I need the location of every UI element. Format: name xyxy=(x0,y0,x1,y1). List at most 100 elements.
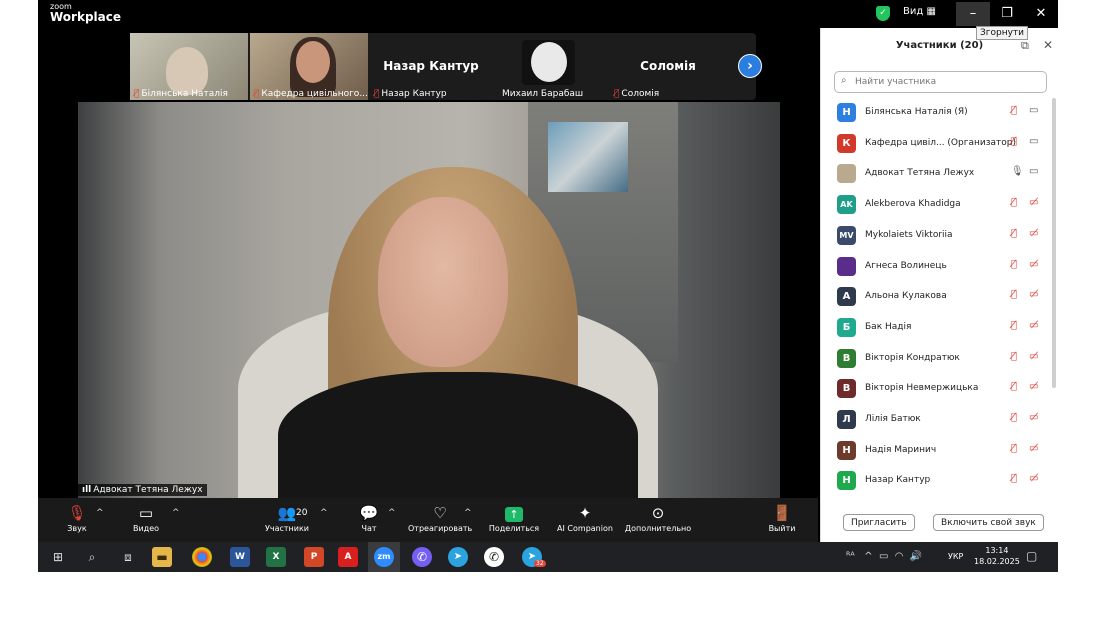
participant-row[interactable]: А Альона Кулакова 🎙̸ ▭̸ xyxy=(821,282,1058,312)
participant-row[interactable]: AK Alekberova Khadidga 🎙̸ ▭̸ xyxy=(821,190,1058,220)
participant-list-scrollbar[interactable] xyxy=(1052,98,1056,388)
thumbnail-name: 🎙̸ Назар Кантур xyxy=(374,89,447,99)
view-button[interactable]: Вид ▦ xyxy=(903,6,936,17)
leave-button[interactable]: 🚪 Выйти xyxy=(764,502,800,533)
react-options-caret-icon[interactable]: ^ xyxy=(464,508,472,518)
thumbnail-video[interactable]: Назар Кантур 🎙̸ Назар Кантур xyxy=(370,33,492,100)
mic-muted-icon[interactable]: 🎙̸ xyxy=(1011,473,1017,484)
camera-icon[interactable]: ▭ xyxy=(1029,166,1038,177)
camera-off-icon[interactable]: ▭̸ xyxy=(1029,259,1038,270)
telegram-icon[interactable]: ➤ xyxy=(448,547,468,567)
avatar: А xyxy=(837,287,856,307)
ai-companion-button[interactable]: ✦ AI Companion xyxy=(552,502,618,533)
mic-muted-icon[interactable]: 🎙̸ xyxy=(1011,412,1017,423)
camera-off-icon[interactable]: ▭̸ xyxy=(1029,320,1038,331)
mic-muted-icon[interactable]: 🎙̸ xyxy=(1011,443,1017,454)
unmute-button[interactable]: Включить свой звук xyxy=(933,514,1044,531)
avatar: Н xyxy=(837,440,856,460)
participants-button[interactable]: 👥 20 Участники ^ xyxy=(260,502,328,533)
whatsapp-icon[interactable]: ✆ xyxy=(484,547,504,567)
task-view-icon[interactable]: ⧈ xyxy=(118,547,138,567)
video-options-caret-icon[interactable]: ^ xyxy=(172,508,180,518)
camera-off-icon[interactable]: ▭̸ xyxy=(1029,228,1038,239)
system-tray-icons[interactable]: ᴿᴬ ^ ▭ ◠ 🔊 xyxy=(846,551,922,562)
participant-row[interactable]: Б Бак Надія 🎙̸ ▭̸ xyxy=(821,313,1058,343)
thumbnail-video[interactable]: 🎙̸ Кафедра цивільного... xyxy=(250,33,368,100)
minimize-button[interactable]: – xyxy=(956,2,990,26)
avatar: В xyxy=(837,348,856,368)
audio-options-caret-icon[interactable]: ^ xyxy=(96,508,104,518)
react-button[interactable]: ♡ Отреагировать ^ xyxy=(408,502,472,533)
mic-muted-icon[interactable]: 🎙̸ xyxy=(1011,197,1017,208)
thumbnail-video[interactable]: Михаил Барабаш xyxy=(492,33,610,100)
mic-muted-icon[interactable]: 🎙̸ xyxy=(1011,351,1017,362)
participant-name: Агнеса Волинець xyxy=(865,260,947,271)
audio-button[interactable]: 🎙 Звук ^ xyxy=(60,502,103,533)
popout-icon[interactable]: ⧉ xyxy=(1021,39,1029,53)
speaker-name-label: ıll Адвокат Тетяна Лежух xyxy=(78,484,207,496)
camera-off-icon[interactable]: ▭̸ xyxy=(1029,351,1038,362)
participant-row[interactable]: Агнеса Волинець 🎙̸ ▭̸ xyxy=(821,252,1058,282)
powerpoint-icon[interactable]: P xyxy=(304,547,324,567)
encryption-shield-icon[interactable]: ✓ xyxy=(876,6,890,21)
thumbnail-video[interactable]: Соломія 🎙̸ Соломія xyxy=(610,33,726,100)
taskbar-clock[interactable]: 13:14 18.02.2025 xyxy=(974,545,1020,567)
thumbnail-name-text: Білянська Наталія xyxy=(141,89,228,99)
camera-off-icon[interactable]: ▭̸ xyxy=(1029,443,1038,454)
mic-muted-icon: 🎙̸ xyxy=(374,89,380,99)
chrome-icon[interactable] xyxy=(192,547,212,567)
mic-muted-icon[interactable]: 🎙̸ xyxy=(1011,289,1017,300)
participant-row[interactable]: В Вікторія Невмержицька 🎙̸ ▭̸ xyxy=(821,374,1058,404)
mic-muted-icon[interactable]: 🎙̸ xyxy=(1011,105,1017,116)
camera-off-icon[interactable]: ▭̸ xyxy=(1029,473,1038,484)
participant-row[interactable]: MV Mykolaiets Viktoriia 🎙̸ ▭̸ xyxy=(821,221,1058,251)
mic-icon[interactable]: 🎙 xyxy=(1011,166,1024,177)
windows-start-icon[interactable]: ⊞ xyxy=(48,547,68,567)
search-participant-input[interactable] xyxy=(834,71,1047,93)
share-button[interactable]: ↑ Поделиться xyxy=(486,502,542,533)
participant-row[interactable]: Н Надія Маринич 🎙̸ ▭̸ xyxy=(821,436,1058,466)
close-window-button[interactable]: ✕ xyxy=(1024,2,1058,26)
camera-icon[interactable]: ▭ xyxy=(1029,105,1038,116)
participant-row[interactable]: Н Білянська Наталія (Я) 🎙̸ ▭ xyxy=(821,98,1058,128)
word-icon[interactable]: W xyxy=(230,547,250,567)
zoom-icon[interactable]: zm xyxy=(374,547,394,567)
participant-name: Вікторія Невмержицька xyxy=(865,383,979,394)
mic-muted-icon: 🎙̸ xyxy=(134,89,140,99)
avatar: К xyxy=(837,133,856,153)
participants-options-caret-icon[interactable]: ^ xyxy=(320,508,328,518)
restore-button[interactable]: ❐ xyxy=(990,2,1024,26)
notifications-icon[interactable]: ▢ xyxy=(1026,549,1037,563)
participant-row[interactable]: В Вікторія Кондратюк 🎙̸ ▭̸ xyxy=(821,344,1058,374)
mic-muted-icon[interactable]: 🎙̸ xyxy=(1011,259,1017,270)
participant-row[interactable]: Н Назар Кантур 🎙̸ ▭̸ xyxy=(821,466,1058,496)
participant-row[interactable]: Л Лілія Батюк 🎙̸ ▭̸ xyxy=(821,405,1058,435)
invite-button[interactable]: Пригласить xyxy=(843,514,915,531)
viber-icon[interactable]: ✆ xyxy=(412,547,432,567)
file-explorer-icon[interactable]: ▬ xyxy=(152,547,172,567)
mic-muted-icon[interactable]: 🎙̸ xyxy=(1011,136,1017,147)
thumbnail-video[interactable]: 🎙̸ Білянська Наталія xyxy=(130,33,248,100)
mic-muted-icon[interactable]: 🎙̸ xyxy=(1011,381,1017,392)
active-speaker-video[interactable] xyxy=(78,102,780,498)
camera-off-icon[interactable]: ▭̸ xyxy=(1029,197,1038,208)
mic-muted-icon[interactable]: 🎙̸ xyxy=(1011,228,1017,239)
close-icon[interactable]: ✕ xyxy=(1043,38,1053,52)
next-page-chevron-icon[interactable]: › xyxy=(738,54,762,78)
excel-icon[interactable]: X xyxy=(266,547,286,567)
mic-muted-icon: 🎙 xyxy=(67,504,87,522)
participant-row[interactable]: Адвокат Тетяна Лежух 🎙 ▭ xyxy=(821,159,1058,189)
video-button[interactable]: ▭ Видео ^ xyxy=(126,502,180,533)
mic-muted-icon[interactable]: 🎙̸ xyxy=(1011,320,1017,331)
chat-button[interactable]: 💬 Чат ^ xyxy=(354,502,396,533)
search-icon[interactable]: ⌕ xyxy=(82,547,102,567)
participant-row[interactable]: К Кафедра цивіл... (Организатор) 🎙̸ ▭ xyxy=(821,129,1058,159)
camera-icon[interactable]: ▭ xyxy=(1029,136,1038,147)
camera-off-icon[interactable]: ▭̸ xyxy=(1029,381,1038,392)
acrobat-icon[interactable]: A xyxy=(338,547,358,567)
chat-options-caret-icon[interactable]: ^ xyxy=(388,508,396,518)
camera-off-icon[interactable]: ▭̸ xyxy=(1029,289,1038,300)
language-indicator[interactable]: УКР xyxy=(948,552,963,561)
more-button[interactable]: ⊙ Дополнительно xyxy=(622,502,694,533)
camera-off-icon[interactable]: ▭̸ xyxy=(1029,412,1038,423)
